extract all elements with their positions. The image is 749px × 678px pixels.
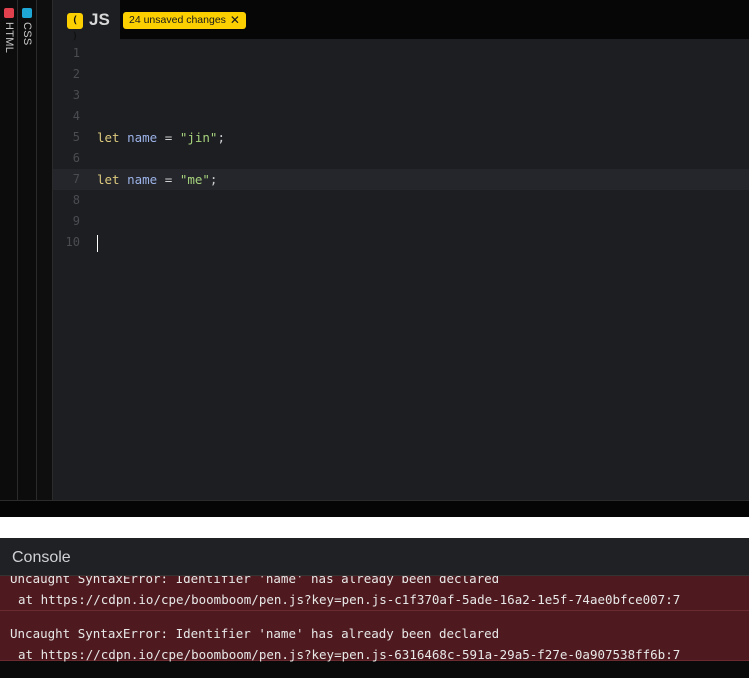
error-stack-link[interactable]: at https://cdpn.io/cpe/boomboom/pen.js?k…	[10, 589, 739, 610]
editor-tab-bar: ( ) JS 24 unsaved changes ✕	[53, 0, 749, 42]
operator-token: =	[164, 172, 173, 187]
code-text: let name = "jin";	[97, 127, 225, 148]
punctuation-token: ;	[209, 172, 218, 187]
unsaved-changes-badge[interactable]: 24 unsaved changes ✕	[123, 12, 246, 29]
console-error-entry: Uncaught SyntaxError: Identifier 'name' …	[0, 576, 749, 611]
console-title: Console	[12, 549, 71, 566]
unsaved-changes-label: 24 unsaved changes	[129, 14, 226, 26]
line-number: 8	[72, 193, 80, 207]
line-number: 1	[72, 46, 80, 60]
code-line: 8	[53, 190, 749, 211]
preview-area	[0, 517, 749, 538]
line-number: 9	[72, 214, 80, 228]
code-line: 9	[53, 211, 749, 232]
code-line: 5 let name = "jin";	[53, 127, 749, 148]
operator-token: =	[164, 130, 173, 145]
css-tab-label: CSS	[21, 22, 33, 46]
keyword-token: let	[97, 172, 120, 187]
code-line: 2	[53, 64, 749, 85]
error-message: Uncaught SyntaxError: Identifier 'name' …	[10, 626, 500, 641]
html-panel-tab[interactable]: HTML	[0, 0, 18, 500]
punctuation-token: ;	[217, 130, 225, 145]
code-editor[interactable]: 1 2 3 4 5 let name = "jin"; 6 7 let name…	[53, 43, 749, 253]
code-line: 3	[53, 85, 749, 106]
variable-token: name	[127, 172, 158, 187]
string-token: "jin"	[179, 130, 218, 145]
console-entries[interactable]: Uncaught SyntaxError: Identifier 'name' …	[0, 576, 749, 678]
console-error-entry: Uncaught SyntaxError: Identifier 'name' …	[0, 611, 749, 662]
js-editor-pane: ( ) JS 24 unsaved changes ✕ 1 2 3 4 5 le…	[53, 0, 749, 500]
css-icon	[22, 8, 32, 18]
code-line: 1	[53, 43, 749, 64]
panel-resize-handle[interactable]	[37, 0, 53, 500]
js-icon: ( )	[67, 13, 83, 42]
line-number: 4	[72, 109, 80, 123]
code-line: 6	[53, 148, 749, 169]
code-line: 10	[53, 232, 749, 253]
tab-js-label: JS	[89, 10, 110, 29]
console-header: Console	[0, 538, 749, 576]
close-icon[interactable]: ✕	[230, 12, 240, 29]
horizontal-scrollbar[interactable]	[0, 500, 749, 517]
line-number: 10	[65, 235, 80, 249]
html-tab-label: HTML	[3, 22, 15, 54]
code-text: let name = "me";	[97, 169, 217, 190]
tab-js[interactable]: ( ) JS	[53, 0, 120, 42]
error-stack-link[interactable]: at https://cdpn.io/cpe/boomboom/pen.js?k…	[10, 644, 739, 665]
keyword-token: let	[97, 130, 120, 145]
variable-token: name	[127, 130, 158, 145]
error-message: Uncaught SyntaxError: Identifier 'name' …	[10, 576, 500, 586]
text-cursor	[97, 235, 98, 252]
html-icon	[4, 8, 14, 18]
line-number: 6	[72, 151, 80, 165]
line-number: 2	[72, 67, 80, 81]
code-line: 4	[53, 106, 749, 127]
string-token: "me"	[179, 172, 210, 187]
css-panel-tab[interactable]: CSS	[18, 0, 37, 500]
code-text	[97, 232, 98, 253]
console-panel: Console Uncaught SyntaxError: Identifier…	[0, 538, 749, 678]
code-line-active: 7 let name = "me";	[53, 169, 749, 190]
line-number: 7	[72, 172, 80, 186]
line-number: 3	[72, 88, 80, 102]
line-number: 5	[72, 130, 80, 144]
